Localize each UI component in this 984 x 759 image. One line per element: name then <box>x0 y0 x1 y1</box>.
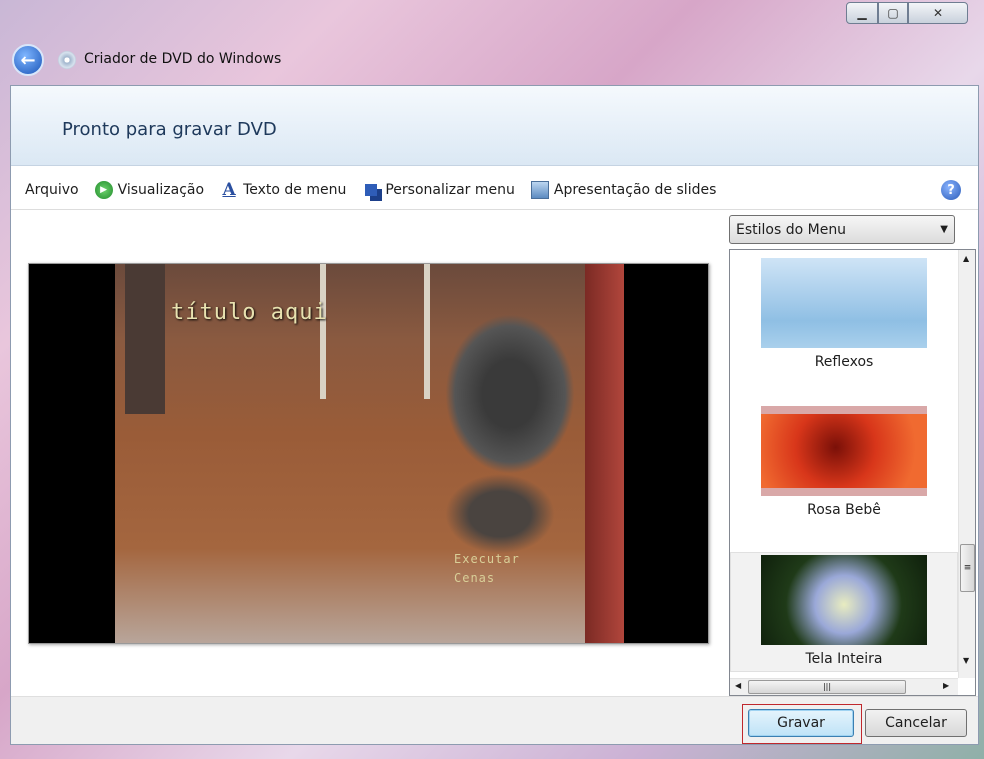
scroll-left-icon[interactable]: ◀ <box>735 681 741 690</box>
play-icon: ▶ <box>94 180 113 199</box>
label: Personalizar menu <box>385 181 515 198</box>
label: Visualização <box>117 181 205 198</box>
help-icon[interactable]: ? <box>941 180 961 200</box>
scroll-thumb[interactable]: ≡ <box>960 544 975 592</box>
toolbar: Arquivo ▶ Visualização A Texto de menu Per… <box>11 170 978 210</box>
play-scenes-link[interactable]: Executar Cenas <box>454 550 520 588</box>
label: Rosa Bebê <box>807 502 881 518</box>
customize-icon <box>362 181 380 199</box>
menu-styles-dropdown[interactable]: Estilos do Menu ▼ <box>729 215 955 244</box>
style-item-reflexos[interactable]: Reflexos <box>730 258 958 370</box>
maximize-button[interactable]: ▢ <box>878 2 908 24</box>
scroll-up-icon[interactable]: ▲ <box>963 254 969 263</box>
main-content: Pronto para gravar DVD Arquivo ▶ Visualiz… <box>10 85 979 745</box>
menu-texto[interactable]: A Texto de menu <box>220 179 347 200</box>
thumbnail <box>761 258 927 348</box>
window-title: Criador de DVD do Windows <box>84 51 282 67</box>
label: Cenas <box>454 571 496 585</box>
label: Apresentação de slides <box>553 181 717 198</box>
window-controls: ▁ ▢ ✕ <box>846 2 976 26</box>
thumbnail <box>761 406 927 496</box>
cat <box>445 474 555 554</box>
menu-slides[interactable]: Apresentação de slides <box>530 180 717 199</box>
label: Arquivo <box>25 181 79 198</box>
minimize-button[interactable]: ▁ <box>846 2 878 24</box>
horizontal-scrollbar[interactable]: ◀ ||| ▶ <box>730 678 958 695</box>
header: Pronto para gravar DVD <box>11 86 978 166</box>
menu-arquivo[interactable]: Arquivo <box>25 182 79 198</box>
label: Tela Inteira <box>805 651 883 667</box>
page-title: Pronto para gravar DVD <box>62 119 277 140</box>
dog <box>445 314 575 474</box>
dvd-icon <box>58 51 76 69</box>
dvd-menu-preview: título aqui Executar Cenas <box>28 263 709 644</box>
close-button[interactable]: ✕ <box>908 2 968 24</box>
label: Executar <box>454 552 520 566</box>
menu-visualizacao[interactable]: ▶ Visualização <box>94 180 205 199</box>
label: Estilos do Menu <box>736 221 847 238</box>
scroll-down-icon[interactable]: ▼ <box>963 656 969 665</box>
thumbnail <box>761 555 927 645</box>
label: Texto de menu <box>243 181 347 198</box>
back-button[interactable]: ← <box>12 44 44 76</box>
style-item-rosa-bebe[interactable]: Rosa Bebê <box>730 406 958 518</box>
preview-image: título aqui Executar Cenas <box>115 264 624 643</box>
burn-button[interactable]: Gravar <box>748 709 854 737</box>
menu-personalizar[interactable]: Personalizar menu <box>362 181 515 199</box>
slideshow-icon <box>530 180 549 199</box>
label: Reflexos <box>814 354 874 370</box>
text-a-icon: A <box>222 179 236 200</box>
footer: Gravar Cancelar <box>11 696 978 744</box>
wall <box>585 264 624 643</box>
scroll-thumb[interactable]: ||| <box>748 680 906 694</box>
scroll-right-icon[interactable]: ▶ <box>943 681 949 690</box>
chevron-down-icon: ▼ <box>940 224 948 235</box>
cancel-button[interactable]: Cancelar <box>865 709 967 737</box>
vertical-scrollbar[interactable]: ▲ ≡ ▼ <box>958 250 975 678</box>
menu-title-text: título aqui <box>171 300 328 325</box>
style-item-tela-inteira[interactable]: Tela Inteira <box>730 552 958 672</box>
menu-styles-list: Reflexos Rosa Bebê Tela Inteira ▲ ≡ ▼ ◀ … <box>729 249 976 696</box>
